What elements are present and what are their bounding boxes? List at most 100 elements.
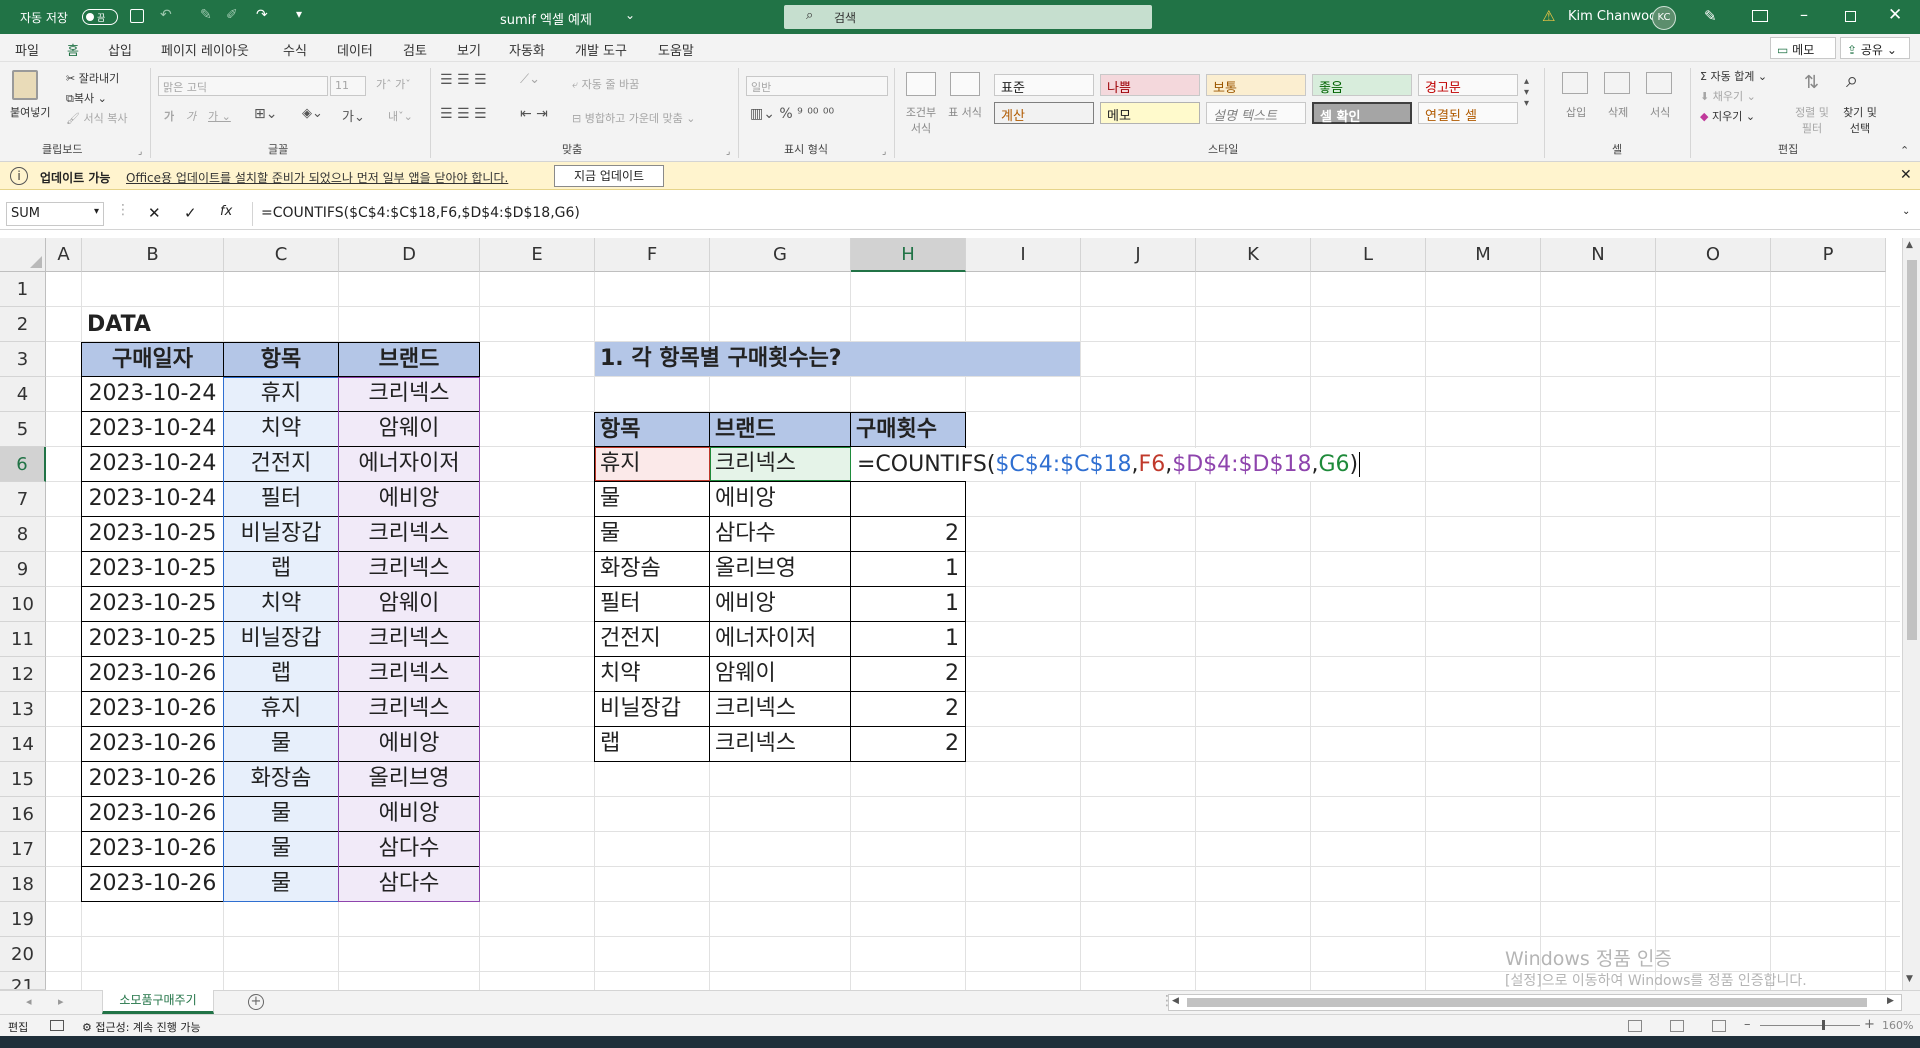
tab-page-layout[interactable]: 페이지 레이아웃 [161,40,249,59]
row-header[interactable]: 5 [0,412,46,447]
cell-item[interactable]: 비닐장갑 [595,692,710,726]
close-icon[interactable]: ✕ [1900,167,1912,183]
macro-record-icon[interactable] [50,1020,64,1031]
row-header[interactable]: 9 [0,552,46,587]
style-linked-cell[interactable]: 연결된 셀 [1418,102,1518,124]
select-all-corner[interactable] [0,238,46,272]
tab-home[interactable]: 홈 [67,40,79,64]
zoom-slider[interactable] [1760,1020,1860,1030]
merge-center-button[interactable]: ⊟ 병합하고 가운데 맞춤 ⌄ [572,110,696,126]
tab-automate[interactable]: 자동화 [509,40,545,59]
row-header[interactable]: 12 [0,657,46,692]
cell-date[interactable]: 2023-10-26 [82,727,224,761]
cancel-icon[interactable]: ✕ [148,204,161,222]
wrap-text-button[interactable]: ⤶ 자동 줄 바꿈 [572,76,639,92]
format-icon[interactable]: ✎ [200,7,212,23]
redo-icon[interactable]: ↷ [256,7,268,23]
column-header[interactable]: A [46,238,82,272]
delete-cells-button[interactable]: 삭제 [1608,104,1628,120]
autosum-button[interactable]: Σ 자동 합계 ⌄ [1700,68,1767,84]
row-header[interactable]: 3 [0,342,46,377]
collapse-ribbon-icon[interactable]: ⌃ [1900,144,1909,157]
cell-date[interactable]: 2023-10-26 [82,797,224,831]
find-icon[interactable]: ⌕ [1846,68,1858,93]
row-header[interactable]: 4 [0,377,46,412]
delete-cells-icon[interactable] [1604,72,1630,94]
tab-view[interactable]: 보기 [457,40,481,59]
vertical-scrollbar[interactable]: ▲ ▼ [1902,238,1920,990]
column-header-date[interactable]: 구매일자 [82,343,224,376]
scrollbar-thumb[interactable] [1187,998,1867,1007]
cell-item[interactable]: 필터 [595,587,710,621]
search-box[interactable]: ⌕ 검색 [784,5,1152,29]
paste-icon[interactable] [12,70,38,100]
horizontal-scrollbar[interactable]: ◀ ▶ [1168,994,1902,1011]
formula-input[interactable]: =COUNTIFS($C$4:$C$18,F6,$D$4:$D$18,G6) [252,202,1912,226]
row-header[interactable]: 8 [0,517,46,552]
scroll-up-icon[interactable]: ▲ [1906,240,1913,250]
cell-brand[interactable]: 크리넥스 [710,727,851,761]
number-format-select[interactable]: 일반 [746,76,888,96]
row-header[interactable]: 11 [0,622,46,657]
confirm-icon[interactable]: ✓ [184,204,197,222]
zoom-level[interactable]: 160% [1882,1019,1913,1032]
cell-brand[interactable]: 에비앙 [710,587,851,621]
column-header[interactable]: K [1196,238,1311,272]
cell-count[interactable]: 1 [851,552,965,586]
conditional-format-icon[interactable] [906,72,936,96]
scrollbar-thumb[interactable] [1907,260,1917,640]
cell-count[interactable]: 1 [851,622,965,656]
column-header[interactable]: G [710,238,851,272]
minimize-icon[interactable]: – [1800,5,1808,24]
cell-item[interactable]: 휴지 [595,447,710,481]
column-header[interactable]: F [595,238,710,272]
conditional-format-button[interactable]: 조건부 서식 [904,104,938,136]
orientation-icon[interactable]: ⟋⌄ [520,72,540,87]
column-header-brand[interactable]: 브랜드 [339,343,479,376]
cell-item[interactable]: 화장솜 [595,552,710,586]
cell-count[interactable] [851,482,965,516]
cell-date[interactable]: 2023-10-25 [82,552,224,586]
fill-button[interactable]: ⬇ 채우기 ⌄ [1700,88,1756,104]
row-header-selected[interactable]: 6 [0,447,46,482]
editing-cell[interactable]: =COUNTIFS($C$4:$C$18,F6,$D$4:$D$18,G6) [851,448,1361,481]
zoom-out-icon[interactable]: – [1744,1017,1751,1032]
column-header[interactable]: L [1311,238,1426,272]
find-select-button[interactable]: 찾기 및 선택 [1840,104,1880,136]
tab-insert[interactable]: 삽입 [108,40,132,59]
phonetic-icon[interactable]: 내ˇ⌄ [388,108,413,124]
launcher-icon[interactable]: ⌟ [882,147,886,157]
row-header[interactable]: 15 [0,762,46,797]
accessibility-status[interactable]: ⚙ 접근성: 계속 진행 가능 [82,1019,201,1035]
message-text[interactable]: Office용 업데이트를 설치할 준비가 되었으나 먼저 일부 앱을 닫아야 … [126,169,508,186]
sort-filter-icon[interactable]: ⇅ [1804,72,1819,93]
cell-item[interactable]: 물 [595,517,710,551]
column-header[interactable]: N [1541,238,1656,272]
column-header-brand[interactable]: 브랜드 [710,413,851,446]
cell-date[interactable]: 2023-10-26 [82,692,224,726]
tab-review[interactable]: 검토 [403,40,427,59]
column-header[interactable]: D [339,238,480,272]
style-check-cell[interactable]: 셀 확인 [1312,102,1412,125]
cell-date[interactable]: 2023-10-26 [82,657,224,691]
tab-data[interactable]: 데이터 [337,40,373,59]
page-layout-icon[interactable] [1670,1020,1684,1032]
insert-cells-button[interactable]: 삽입 [1566,104,1586,120]
style-good[interactable]: 좋음 [1312,74,1412,96]
format-cells-button[interactable]: 서식 [1650,104,1670,120]
worksheet[interactable]: A B C D E F G H I J K L M N O P 1 2 3 4 … [0,238,1920,990]
close-icon[interactable]: ✕ [1888,5,1902,25]
row-header[interactable]: 1 [0,272,46,307]
avatar[interactable]: KC [1652,6,1676,30]
zoom-slider-thumb[interactable] [1822,1020,1825,1030]
customize-icon[interactable]: ▾ [296,7,302,21]
style-bad[interactable]: 나쁨 [1100,74,1200,96]
column-header[interactable]: C [224,238,339,272]
expand-formula-icon[interactable]: ⌄ [1902,206,1910,217]
scroll-down-icon[interactable]: ▼ [1906,974,1913,984]
share-button[interactable]: ⇪ 공유 ⌄ [1840,37,1910,59]
column-header[interactable]: O [1656,238,1771,272]
launcher-icon[interactable]: ⌟ [138,147,142,157]
cell-date[interactable]: 2023-10-24 [82,447,224,481]
font-name-select[interactable]: 맑은 고딕 [158,76,328,96]
